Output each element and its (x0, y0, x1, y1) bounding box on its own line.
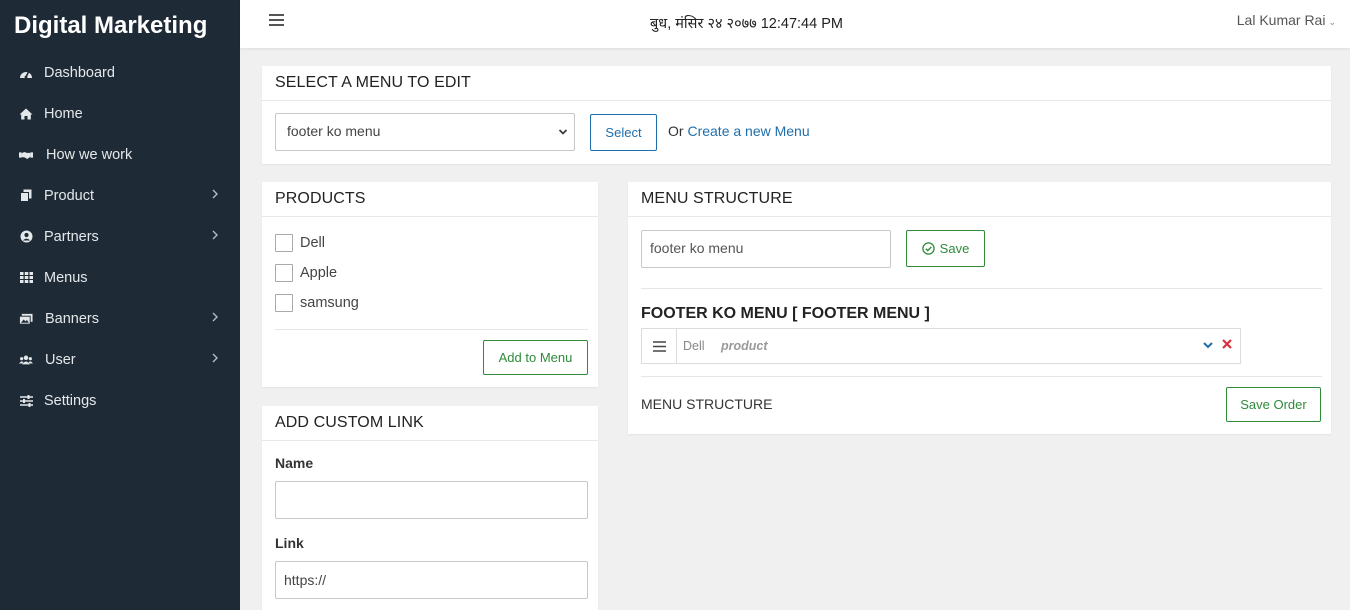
handshake-icon (19, 148, 33, 162)
product-checkbox-apple[interactable]: Apple (275, 263, 337, 283)
card-title: ADD CUSTOM LINK (262, 406, 598, 441)
sidebar: Digital Marketing Dashboard Home How we … (0, 0, 240, 610)
sliders-icon (19, 394, 33, 408)
save-label: Save (939, 241, 970, 256)
grid-icon (19, 271, 33, 285)
link-input[interactable]: https:// (275, 561, 588, 599)
menu-structure-footer-label: MENU STRUCTURE (641, 396, 773, 412)
link-label: Link (275, 535, 304, 551)
sidebar-item-label: Settings (44, 392, 97, 409)
brand-title[interactable]: Digital Marketing (0, 0, 240, 52)
product-label: Dell (300, 235, 325, 251)
copy-icon (19, 189, 33, 203)
checkbox[interactable] (275, 264, 293, 282)
sidebar-item-label: Dashboard (44, 64, 115, 81)
sidebar-item-user[interactable]: User (0, 339, 240, 380)
chevron-right-icon (212, 312, 218, 322)
sidebar-item-label: Banners (45, 310, 100, 327)
user-menu[interactable]: Lal Kumar Rai ⌄ (1237, 12, 1336, 28)
hamburger-menu-icon[interactable] (269, 14, 284, 28)
images-icon (19, 312, 33, 326)
or-text-container: Or Create a new Menu (668, 123, 810, 139)
select-menu-card: SELECT A MENU TO EDIT footer ko menu Sel… (262, 66, 1331, 164)
menu-item-type: product (721, 339, 768, 353)
sidebar-item-label: How we work (46, 146, 133, 163)
sidebar-item-label: User (45, 351, 76, 368)
sidebar-item-how-we-work[interactable]: How we work (0, 134, 240, 175)
sidebar-item-banners[interactable]: Banners (0, 298, 240, 339)
menu-item-name: Dell (683, 339, 705, 353)
card-title: PRODUCTS (262, 182, 598, 217)
user-name: Lal Kumar Rai (1236, 12, 1326, 28)
menu-structure-card: MENU STRUCTURE footer ko menu Save FOOTE… (628, 182, 1331, 434)
products-card: PRODUCTS Dell Apple samsung Add to Menu (262, 182, 598, 387)
close-icon[interactable] (1221, 338, 1233, 350)
sidebar-item-product[interactable]: Product (0, 175, 240, 216)
checkbox[interactable] (275, 294, 293, 312)
users-icon (19, 353, 33, 367)
structure-title: FOOTER KO MENU [ FOOTER MENU ] (641, 305, 930, 322)
sidebar-item-label: Product (44, 187, 94, 204)
select-button[interactable]: Select (590, 114, 657, 151)
add-to-menu-button[interactable]: Add to Menu (483, 340, 588, 375)
chevron-down-icon (558, 129, 568, 135)
chevron-right-icon (212, 230, 218, 240)
home-icon (19, 107, 33, 121)
custom-link-card: ADD CUSTOM LINK Name Link https:// (262, 406, 598, 610)
sidebar-item-menus[interactable]: Menus (0, 257, 240, 298)
product-label: samsung (300, 295, 359, 311)
menu-select-value: footer ko menu (287, 123, 381, 139)
product-checkbox-dell[interactable]: Dell (275, 233, 325, 253)
card-title: SELECT A MENU TO EDIT (262, 66, 1331, 101)
topbar: बुध, मंसिर २४ २०७७ 12:47:44 PM Lal Kumar… (240, 0, 1350, 48)
name-input[interactable] (275, 481, 588, 519)
name-label: Name (275, 455, 314, 471)
chevron-down-icon[interactable] (1202, 339, 1214, 351)
chevron-right-icon (212, 189, 218, 199)
check-circle-icon (921, 242, 935, 255)
divider (641, 376, 1322, 377)
sidebar-item-dashboard[interactable]: Dashboard (0, 52, 240, 93)
menu-name-input[interactable]: footer ko menu (641, 230, 891, 268)
sidebar-item-settings[interactable]: Settings (0, 380, 240, 421)
menu-structure-item[interactable]: Dell product (641, 328, 1241, 364)
sidebar-item-partners[interactable]: Partners (0, 216, 240, 257)
card-title: MENU STRUCTURE (628, 182, 1331, 217)
sidebar-item-label: Partners (44, 228, 99, 245)
divider (275, 329, 588, 330)
drag-handle-icon[interactable] (642, 329, 677, 363)
product-checkbox-samsung[interactable]: samsung (275, 293, 359, 313)
divider (641, 288, 1322, 289)
product-label: Apple (300, 265, 338, 281)
sidebar-item-label: Home (44, 105, 83, 122)
datetime-display: बुध, मंसिर २४ २०७७ 12:47:44 PM (650, 16, 843, 32)
or-label: Or (668, 123, 684, 139)
checkbox[interactable] (275, 234, 293, 252)
save-order-button[interactable]: Save Order (1226, 387, 1321, 422)
dashboard-icon (19, 66, 33, 80)
sidebar-item-home[interactable]: Home (0, 93, 240, 134)
user-circle-icon (19, 230, 33, 244)
menu-select[interactable]: footer ko menu (275, 113, 575, 151)
create-new-menu-link[interactable]: Create a new Menu (687, 123, 809, 139)
caret-down-icon: ⌄ (1328, 17, 1336, 27)
save-button[interactable]: Save (906, 230, 985, 267)
sidebar-item-label: Menus (44, 269, 88, 286)
chevron-right-icon (212, 353, 218, 363)
